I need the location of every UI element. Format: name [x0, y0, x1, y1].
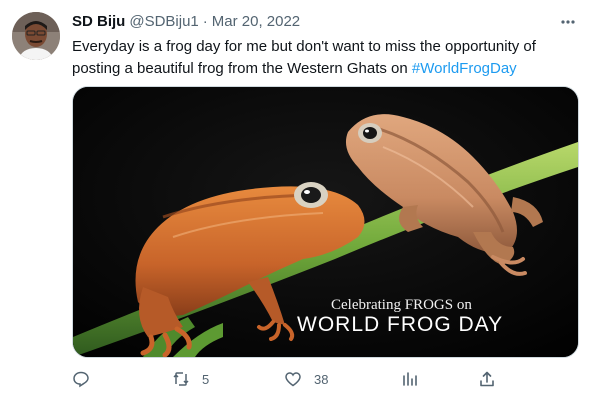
image-caption-line1: Celebrating FROGS on	[331, 297, 472, 313]
views-icon	[403, 372, 417, 386]
image-caption-line2: WORLD FROG DAY	[297, 313, 504, 336]
like-count: 38	[314, 371, 329, 387]
tweet[interactable]: SD Biju @SDBiju1 · Mar 20, 2022 Everyday is…	[0, 0, 600, 401]
tweet-actions: 5 38	[72, 366, 592, 392]
views-button[interactable]	[401, 366, 431, 392]
author-handle[interactable]: @SDBiju1	[129, 13, 198, 30]
like-button[interactable]: 38	[284, 366, 328, 392]
avatar[interactable]	[12, 12, 60, 60]
share-button[interactable]	[478, 366, 496, 392]
tweet-date[interactable]: Mar 20, 2022	[212, 13, 300, 30]
more-icon[interactable]	[556, 11, 580, 33]
tweet-header: SD Biju @SDBiju1 · Mar 20, 2022	[72, 12, 580, 34]
tweet-image[interactable]: Celebrating FROGS on WORLD FROG DAY	[72, 86, 579, 358]
separator: ·	[202, 13, 208, 30]
reply-icon	[73, 371, 89, 388]
retweet-button[interactable]: 5	[172, 366, 209, 392]
author-name[interactable]: SD Biju	[72, 13, 125, 30]
like-icon	[285, 372, 301, 387]
share-icon	[480, 371, 494, 387]
reply-button[interactable]	[72, 366, 102, 392]
avatar-photo	[12, 12, 60, 60]
retweet-icon	[173, 372, 189, 386]
hashtag-link[interactable]: #WorldFrogDay	[412, 60, 517, 77]
retweet-count: 5	[202, 371, 210, 387]
tweet-text: Everyday is a frog day for me but don't …	[72, 36, 572, 80]
